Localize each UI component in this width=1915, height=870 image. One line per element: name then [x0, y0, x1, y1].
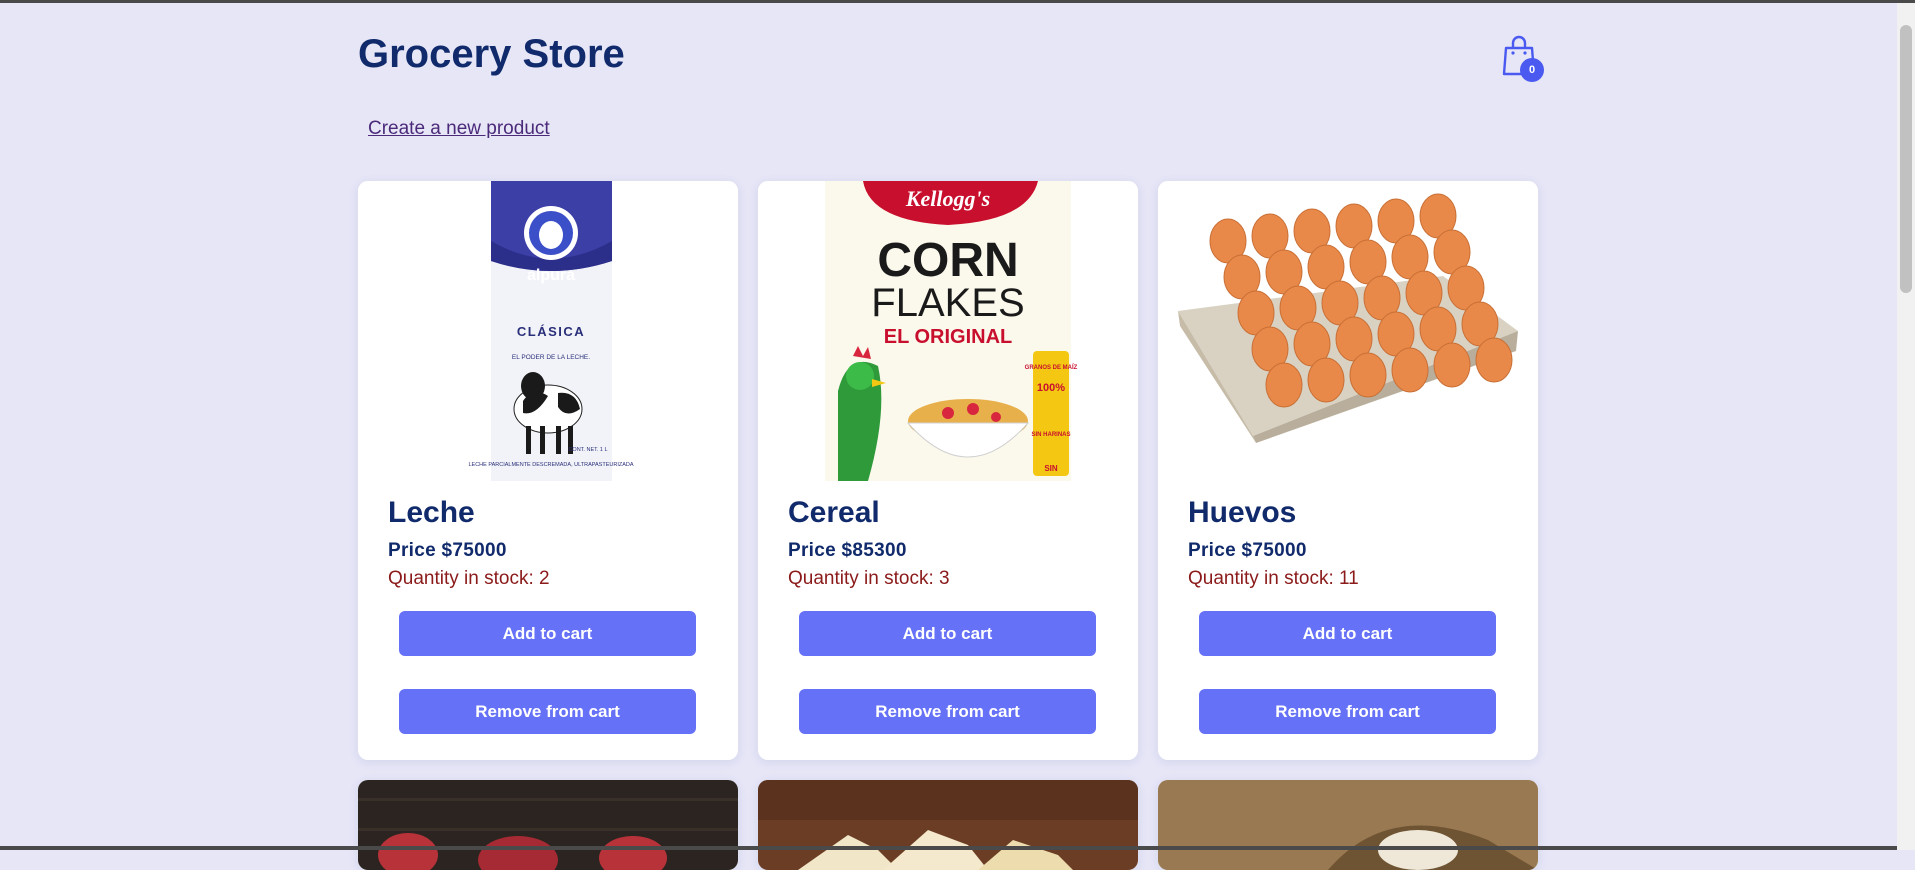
create-product-link[interactable]: Create a new product [368, 118, 550, 140]
cereal-side3-text: SIN HARINAS [1031, 432, 1070, 438]
milk-tagline-text: EL PODER DE LA LECHE. [512, 354, 590, 361]
product-price: Price $85300 [788, 540, 907, 561]
cereal-side1-text: GRANOS DE MAÍZ [1025, 363, 1078, 371]
scrollbar-thumb[interactable] [1900, 25, 1912, 293]
remove-from-cart-button[interactable]: Remove from cart [399, 689, 696, 734]
cereal-side4-text: SIN [1044, 464, 1058, 473]
page-container: Grocery Store 0 Create a new product alp… [358, 0, 1544, 870]
egg-shape [1307, 357, 1345, 403]
vertical-scrollbar[interactable] [1897, 3, 1915, 850]
product-price: Price $75000 [1188, 540, 1307, 561]
add-to-cart-button[interactable]: Add to cart [799, 611, 1096, 656]
milk-brand-text: alpura [527, 267, 575, 284]
product-name: Huevos [1188, 496, 1297, 529]
window-bottom-border [0, 846, 1897, 850]
product-card [758, 780, 1138, 870]
milk-variant-text: CLÁSICA [517, 324, 585, 339]
product-name: Leche [388, 496, 475, 529]
product-image-eggs [1158, 181, 1538, 481]
cereal-line2-text: FLAKES [871, 281, 1024, 325]
cart-button[interactable]: 0 [1502, 34, 1544, 84]
product-stock: Quantity in stock: 11 [1188, 568, 1359, 589]
cereal-brand-text: Kellogg's [905, 186, 990, 211]
product-card [358, 780, 738, 870]
product-name: Cereal [788, 496, 880, 529]
egg-shape [1391, 347, 1429, 393]
egg-shape [1265, 362, 1303, 408]
add-to-cart-button[interactable]: Add to cart [399, 611, 696, 656]
page-title: Grocery Store [358, 32, 625, 76]
remove-from-cart-button[interactable]: Remove from cart [1199, 689, 1496, 734]
cereal-side2-text: 100% [1037, 382, 1065, 394]
product-card: Kellogg's CORN FLAKES EL ORIGINAL GRANOS… [758, 181, 1138, 760]
cereal-line3-text: EL ORIGINAL [884, 326, 1013, 348]
product-stock: Quantity in stock: 3 [788, 568, 950, 589]
cart-count-badge: 0 [1520, 58, 1544, 82]
product-card: Huevos Price $75000 Quantity in stock: 1… [1158, 181, 1538, 760]
remove-from-cart-button[interactable]: Remove from cart [799, 689, 1096, 734]
egg-shape [1475, 337, 1513, 383]
product-image-cheese [758, 780, 1138, 870]
product-card [1158, 780, 1538, 870]
product-price: Price $75000 [388, 540, 507, 561]
cereal-line1-text: CORN [877, 234, 1018, 287]
egg-shape [1433, 342, 1471, 388]
product-image-rice [1158, 780, 1538, 870]
milk-desc-text: LECHE PARCIALMENTE DESCREMADA, ULTRAPAST… [468, 462, 633, 468]
egg-shape [1349, 352, 1387, 398]
header: Grocery Store 0 [358, 0, 1544, 110]
milk-net-text: CONT. NET. 1 L [568, 447, 607, 453]
add-to-cart-button[interactable]: Add to cart [1199, 611, 1496, 656]
product-image-milk: alpura CLÁSICA EL PODER DE LA LECHE. CON… [358, 181, 738, 481]
product-image-meat [358, 780, 738, 870]
product-image-cereal: Kellogg's CORN FLAKES EL ORIGINAL GRANOS… [758, 181, 1138, 481]
product-stock: Quantity in stock: 2 [388, 568, 550, 589]
product-card: alpura CLÁSICA EL PODER DE LA LECHE. CON… [358, 181, 738, 760]
